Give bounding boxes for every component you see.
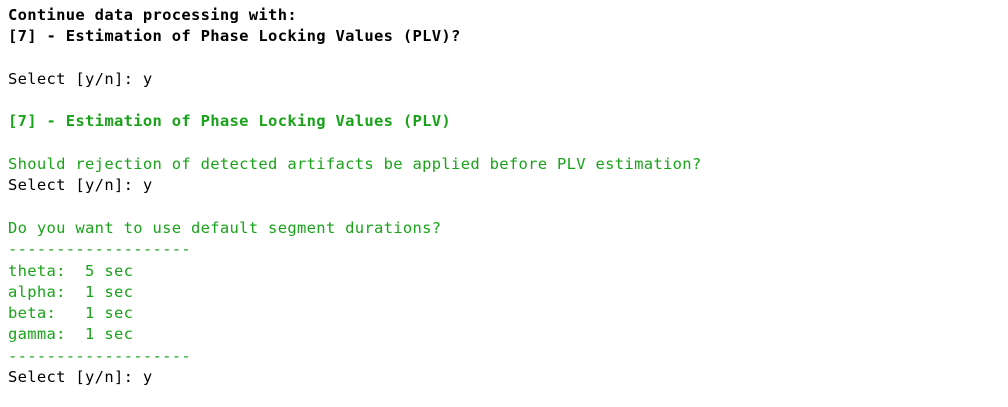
header-step-question-line: [7] - Estimation of Phase Locking Values… <box>8 27 461 46</box>
segment-duration-question-line: Do you want to use default segment durat… <box>8 218 442 237</box>
step-title-line: [7] - Estimation of Phase Locking Values… <box>8 112 452 131</box>
separator-line: ------------------- <box>8 346 192 365</box>
select-prompt-line: Select [y/n]: y <box>8 176 153 195</box>
select-prompt-line: Select [y/n]: y <box>8 368 153 387</box>
separator-line: ------------------- <box>8 240 192 259</box>
terminal-output: Continue data processing with: [7] - Est… <box>8 5 1000 388</box>
gamma-duration-line: gamma: 1 sec <box>8 325 134 344</box>
header-continue-line: Continue data processing with: <box>8 6 297 24</box>
beta-duration-line: beta: 1 sec <box>8 304 134 323</box>
theta-duration-line: theta: 5 sec <box>8 261 134 280</box>
alpha-duration-line: alpha: 1 sec <box>8 282 134 301</box>
select-prompt-line: Select [y/n]: y <box>8 69 153 88</box>
rejection-question-line: Should rejection of detected artifacts b… <box>8 155 702 174</box>
